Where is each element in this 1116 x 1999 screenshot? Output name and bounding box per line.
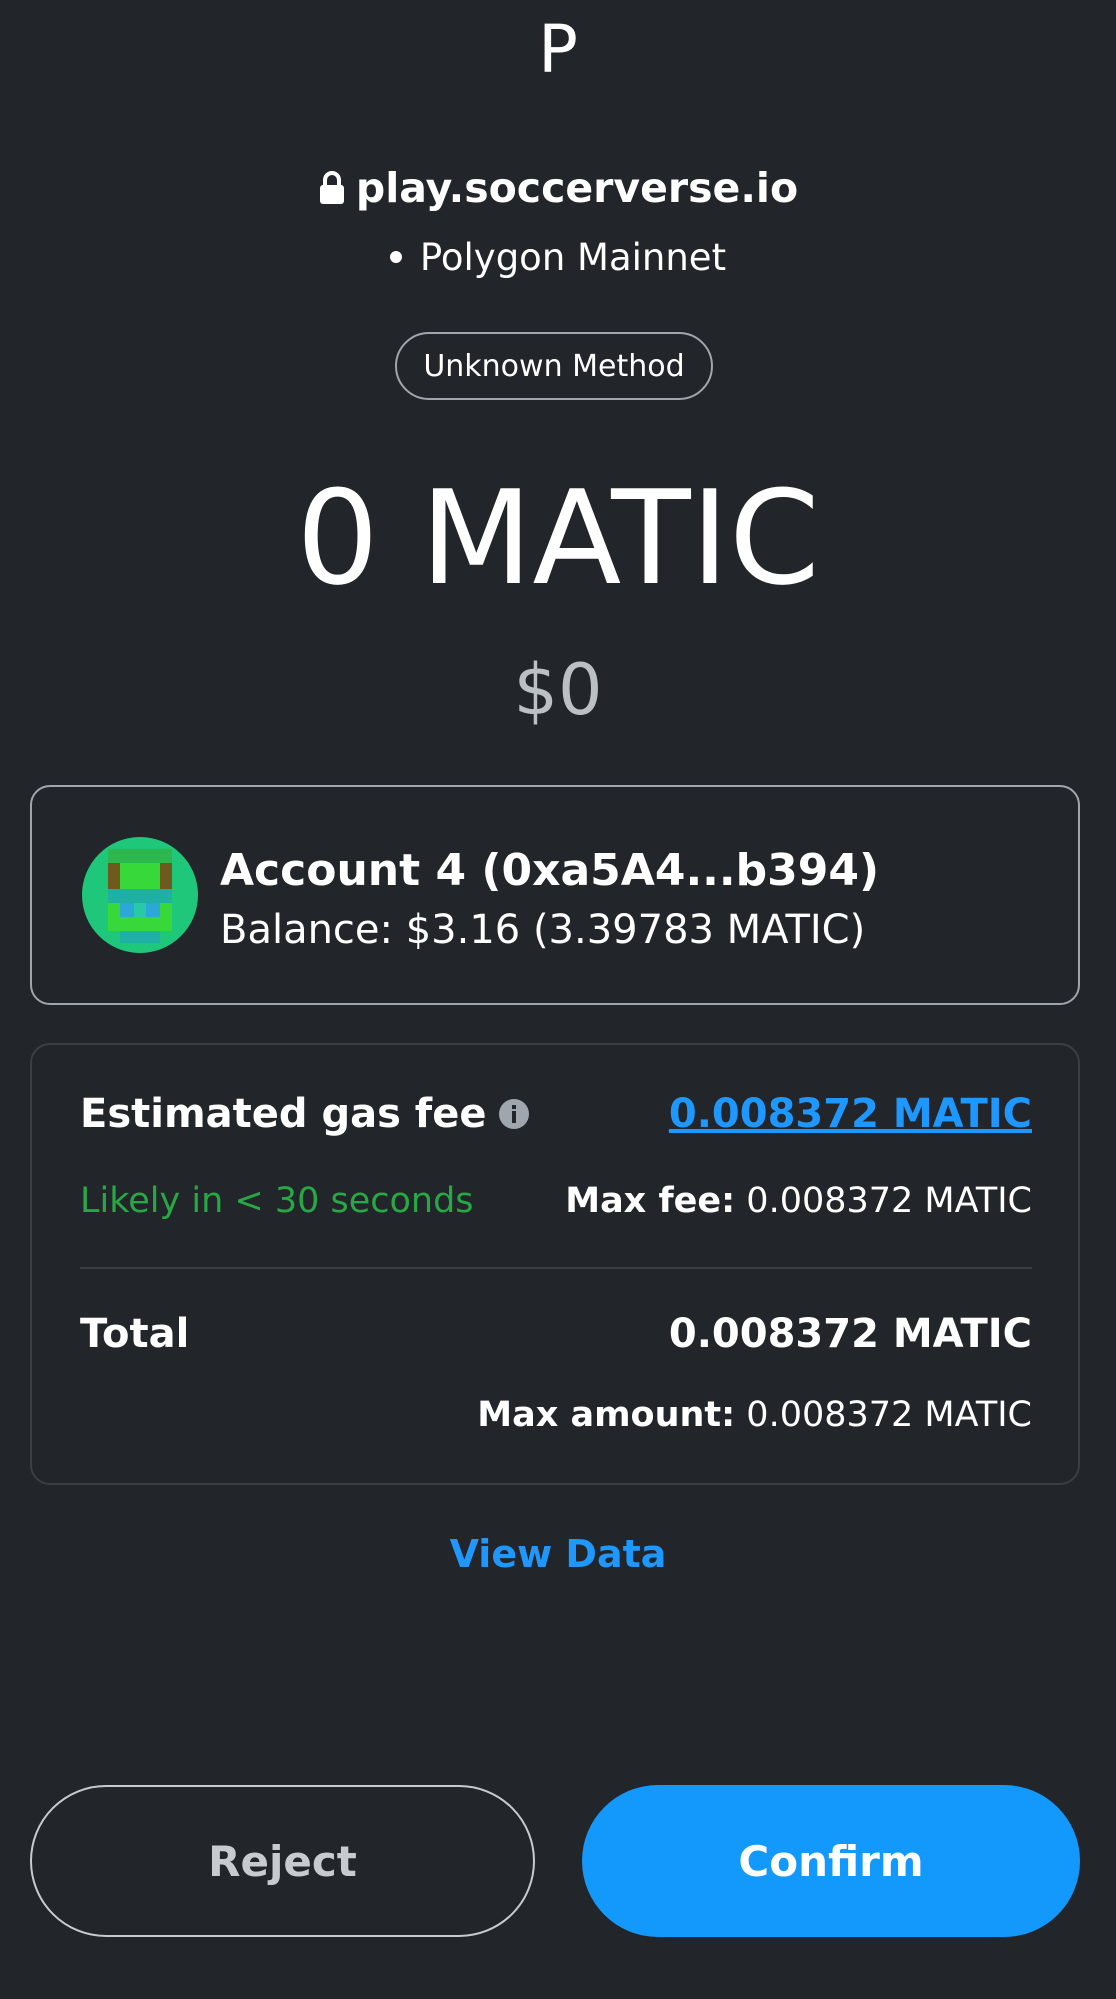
reject-button[interactable]: Reject (30, 1785, 535, 1937)
account-name: Account 4 (0xa5A4...b394) (220, 845, 880, 896)
info-icon[interactable] (498, 1098, 530, 1130)
max-fee-value: 0.008372 MATIC (746, 1181, 1032, 1221)
network-row: Polygon Mainnet (0, 232, 1116, 282)
identicon-avatar (82, 837, 198, 953)
origin-row: play.soccerverse.io (0, 160, 1116, 216)
account-card[interactable]: Account 4 (0xa5A4...b394) Balance: $3.16… (30, 785, 1080, 1005)
estimated-gas-fee-text: Estimated gas fee (80, 1091, 487, 1137)
fiat-amount: $0 (513, 649, 603, 731)
method-pill: Unknown Method (395, 332, 713, 400)
lock-icon (318, 171, 346, 205)
transaction-amount: 0 MATIC (296, 462, 820, 614)
estimated-gas-fee-link[interactable]: 0.008372 MATIC (669, 1091, 1032, 1137)
site-initial: P (538, 11, 578, 88)
divider (80, 1267, 1032, 1269)
max-amount-value: 0.008372 MATIC (746, 1395, 1032, 1435)
fee-timing: Likely in < 30 seconds (80, 1181, 474, 1221)
total-label: Total (80, 1311, 190, 1357)
estimated-gas-fee-label: Estimated gas fee (80, 1091, 530, 1137)
total-value: 0.008372 MATIC (668, 1311, 1032, 1357)
max-fee: Max fee: 0.008372 MATIC (565, 1181, 1032, 1221)
fee-card: Estimated gas fee 0.008372 MATIC Likely … (30, 1043, 1080, 1485)
origin-domain: play.soccerverse.io (355, 164, 799, 212)
max-amount-label: Max amount: (477, 1395, 736, 1435)
view-data-link[interactable]: View Data (0, 1532, 1116, 1576)
network-name: Polygon Mainnet (419, 235, 727, 279)
max-amount: Max amount: 0.008372 MATIC (477, 1395, 1032, 1435)
max-fee-label: Max fee: (565, 1181, 736, 1221)
dot-icon (389, 251, 402, 263)
confirm-button[interactable]: Confirm (582, 1785, 1080, 1937)
account-balance: Balance: $3.16 (3.39783 MATIC) (220, 907, 866, 953)
